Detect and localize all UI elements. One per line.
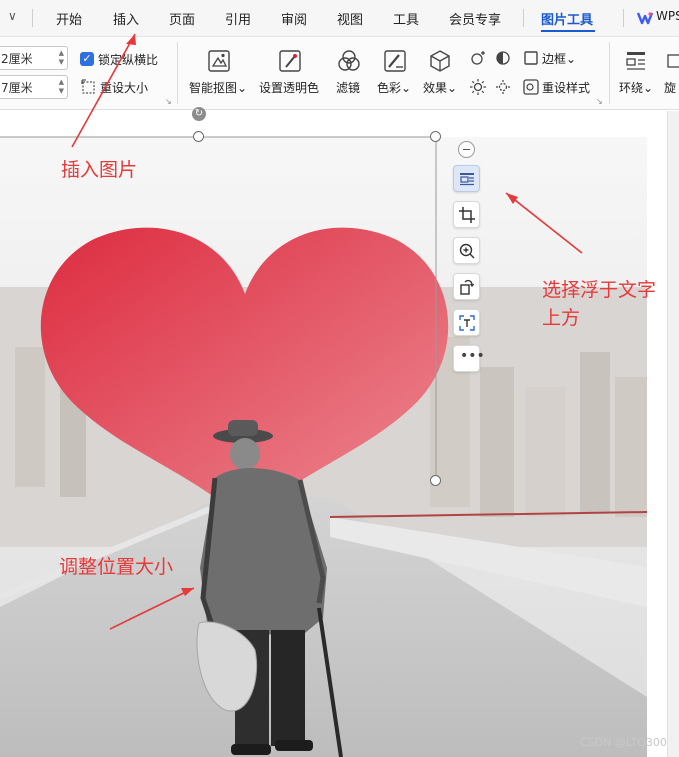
tab-insert[interactable]: 插入 — [113, 9, 139, 28]
wrap-button[interactable]: 环绕⌄ — [619, 79, 653, 96]
crop-icon — [459, 207, 475, 223]
reset-size-icon[interactable] — [80, 78, 98, 96]
wrap-above-text-button[interactable] — [453, 165, 480, 192]
resize-handle-right[interactable] — [430, 475, 441, 486]
lock-ratio-label: 锁定纵横比 — [98, 53, 159, 67]
spin-arrows-icon[interactable]: ▲ ▼ — [59, 49, 64, 67]
spin-arrows-icon[interactable]: ▲ ▼ — [59, 78, 64, 96]
wps-logo-icon — [637, 12, 653, 25]
rotate-icon — [460, 279, 475, 295]
annotation-insert-picture: 插入图片 — [61, 159, 138, 181]
dropdown-caret-icon: ⌄ — [237, 81, 248, 95]
collapse-chevron-icon[interactable]: ∨ — [8, 9, 17, 23]
smart-cutout-icon[interactable] — [206, 48, 232, 74]
effect-icon[interactable] — [427, 48, 453, 74]
rotate-button-float[interactable] — [453, 273, 480, 300]
wps-label: WPS — [656, 9, 679, 23]
csdn-watermark: CSDN @LTQ300 — [580, 736, 667, 749]
ribbon: 2厘米 ▲ ▼ 7厘米 ▲ ▼ ✓ 锁定纵横比 重设大小 ↘ 智能抠图⌄ 设置透明色… — [0, 38, 679, 110]
color-button[interactable]: 色彩⌄ — [377, 79, 411, 96]
filter-button[interactable]: 滤镜 — [336, 79, 360, 96]
annotation-adjust-size: 调整位置大小 — [59, 556, 174, 578]
annotation-float-above-text-line1: 选择浮于文字 — [542, 279, 657, 301]
reset-style-button[interactable]: 重设样式 — [542, 79, 590, 96]
reset-style-icon[interactable] — [522, 78, 540, 96]
text-wrap-icon[interactable] — [623, 48, 649, 74]
color-icon[interactable] — [382, 48, 408, 74]
brightness-icon[interactable] — [469, 78, 487, 96]
tab-page[interactable]: 页面 — [169, 9, 195, 28]
resize-handle-top[interactable] — [193, 131, 204, 142]
border-button[interactable]: 边框⌄ — [542, 50, 576, 67]
group-separator — [609, 42, 610, 104]
zoom-in-icon — [459, 243, 475, 259]
dropdown-caret-icon: ⌄ — [643, 81, 654, 95]
width-spinbox[interactable]: 2厘米 ▲ ▼ — [0, 46, 68, 70]
border-icon[interactable] — [522, 49, 540, 67]
filter-icon[interactable] — [336, 48, 362, 74]
menu-bar: ∨ 开始 插入 页面 引用 审阅 视图 工具 会员专享 图片工具 WPS — [0, 0, 679, 37]
menu-separator — [623, 9, 624, 27]
crop-button[interactable] — [453, 201, 480, 228]
width-value: 2厘米 — [1, 52, 33, 66]
effect-button[interactable]: 效果⌄ — [423, 79, 457, 96]
annotation-float-above-text-line2: 上方 — [542, 307, 581, 329]
contrast-icon[interactable] — [494, 49, 512, 67]
dropdown-caret-icon: ⌄ — [401, 81, 412, 95]
reset-size-label[interactable]: 重设大小 — [100, 79, 148, 96]
rotate-ribbon-icon[interactable] — [666, 52, 679, 70]
height-value: 7厘米 — [1, 81, 33, 95]
tab-tools[interactable]: 工具 — [393, 9, 419, 28]
height-spinbox[interactable]: 7厘米 ▲ ▼ — [0, 75, 68, 99]
extract-text-button[interactable] — [453, 309, 480, 336]
collapse-toolbar-icon[interactable] — [458, 141, 475, 158]
selection-frame — [0, 136, 437, 485]
more-icon: ••• — [460, 348, 485, 364]
tab-member[interactable]: 会员专享 — [449, 9, 501, 28]
group-separator — [177, 42, 178, 104]
rotate-handle-icon[interactable]: ↻ — [192, 107, 206, 121]
resize-handle-top-right[interactable] — [430, 131, 441, 142]
more-options-button[interactable]: ••• — [453, 345, 485, 372]
tab-view[interactable]: 视图 — [337, 9, 363, 28]
dropdown-caret-icon: ⌄ — [447, 81, 458, 95]
menu-separator — [32, 9, 33, 27]
tab-references[interactable]: 引用 — [225, 9, 251, 28]
transparent-color-icon[interactable] — [277, 48, 303, 74]
extract-text-icon — [459, 315, 475, 331]
active-tab-underline — [541, 30, 595, 32]
dropdown-caret-icon: ⌄ — [566, 52, 577, 66]
group-launcher-icon[interactable]: ↘ — [596, 97, 603, 106]
lock-ratio-checkbox[interactable]: ✓ — [80, 52, 94, 66]
wrap-text-icon — [460, 173, 474, 186]
zoom-in-button[interactable] — [453, 237, 480, 264]
rotate-button[interactable]: 旋 — [664, 79, 676, 96]
tab-picture-tools[interactable]: 图片工具 — [541, 9, 593, 28]
transparent-color-button[interactable]: 设置透明色 — [259, 79, 319, 96]
menu-separator — [523, 9, 524, 27]
brightness-up-icon[interactable] — [469, 49, 487, 67]
vertical-scrollbar[interactable] — [667, 111, 679, 757]
tab-home[interactable]: 开始 — [56, 9, 82, 28]
smart-cutout-button[interactable]: 智能抠图⌄ — [189, 79, 247, 96]
brightness-down-icon[interactable] — [494, 78, 512, 96]
tab-review[interactable]: 审阅 — [281, 9, 307, 28]
wps-ai-button[interactable]: WPS — [637, 8, 679, 28]
group-launcher-icon[interactable]: ↘ — [165, 97, 172, 106]
